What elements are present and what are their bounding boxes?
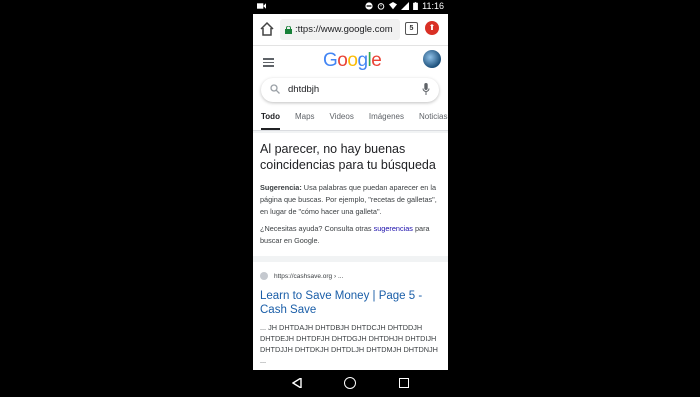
tab-videos[interactable]: Videos xyxy=(330,110,354,128)
result-snippet: ... JH DHTDAJH DHTDBJH DHTDCJH DHTDDJH D… xyxy=(260,323,438,365)
browser-menu-icon[interactable]: ⬆ xyxy=(425,21,439,35)
suggestion-label: Sugerencia: xyxy=(260,183,302,192)
home-nav-icon[interactable] xyxy=(344,377,356,389)
no-results-heading: Al parecer, no hay buenas coincidencias … xyxy=(260,142,436,172)
result-title-link[interactable]: Learn to Save Money | Page 5 - Cash Save xyxy=(260,289,444,317)
clock: 11:16 xyxy=(422,1,444,11)
signal-icon xyxy=(401,2,410,10)
google-logo[interactable]: Google xyxy=(323,50,382,72)
android-nav-bar xyxy=(253,370,448,397)
globe-icon xyxy=(260,272,268,280)
tab-imagenes[interactable]: Imágenes xyxy=(369,110,404,128)
logo-letter: o xyxy=(337,50,348,71)
search-tabs: Todo Maps Videos Imágenes Noticias xyxy=(253,110,448,131)
no-results-card: Al parecer, no hay buenas coincidencias … xyxy=(253,133,448,256)
result-url: https://cashsave.org › ... xyxy=(274,272,344,280)
search-input[interactable]: dhtdbjh xyxy=(288,84,319,95)
tab-switcher-button[interactable]: 5 xyxy=(405,22,418,35)
tab-maps[interactable]: Maps xyxy=(295,110,315,128)
tab-todo[interactable]: Todo xyxy=(261,110,280,130)
logo-letter: o xyxy=(347,50,358,71)
help-prefix: ¿Necesitas ayuda? Consulta otras xyxy=(260,224,374,233)
video-icon xyxy=(257,3,266,9)
mic-icon[interactable] xyxy=(422,83,430,95)
url-bar[interactable]: :ttps://www.google.com xyxy=(280,19,400,40)
back-icon[interactable] xyxy=(292,378,302,388)
status-bar: 11:16 xyxy=(253,0,448,14)
url-text: :ttps://www.google.com xyxy=(295,24,393,35)
battery-icon xyxy=(413,2,419,10)
search-icon[interactable] xyxy=(270,84,280,94)
search-result: https://cashsave.org › ... Learn to Save… xyxy=(253,262,448,370)
google-header: Google dhtdbjh Todo Maps Videos Imágenes… xyxy=(253,46,448,131)
home-icon[interactable] xyxy=(259,21,275,37)
search-results-page: Google dhtdbjh Todo Maps Videos Imágenes… xyxy=(253,46,448,370)
logo-letter: e xyxy=(371,50,382,71)
alarm-icon xyxy=(377,3,385,10)
browser-toolbar: :ttps://www.google.com 5 ⬆ xyxy=(253,14,448,46)
dnd-icon xyxy=(365,2,373,10)
result-site: https://cashsave.org › ... xyxy=(260,272,343,280)
menu-icon[interactable] xyxy=(263,58,274,67)
avatar[interactable] xyxy=(423,50,441,68)
help-text: ¿Necesitas ayuda? Consulta otras sugeren… xyxy=(260,223,444,247)
search-box[interactable]: dhtdbjh xyxy=(261,78,439,102)
lock-icon xyxy=(285,25,292,34)
logo-letter: g xyxy=(357,50,368,71)
logo-letter: G xyxy=(323,50,338,71)
recents-icon[interactable] xyxy=(399,378,409,388)
suggestion-text: Sugerencia: Usa palabras que puedan apar… xyxy=(260,182,444,218)
tab-noticias[interactable]: Noticias xyxy=(419,110,447,128)
wifi-icon xyxy=(389,2,398,10)
suggestions-link[interactable]: sugerencias xyxy=(374,224,413,233)
